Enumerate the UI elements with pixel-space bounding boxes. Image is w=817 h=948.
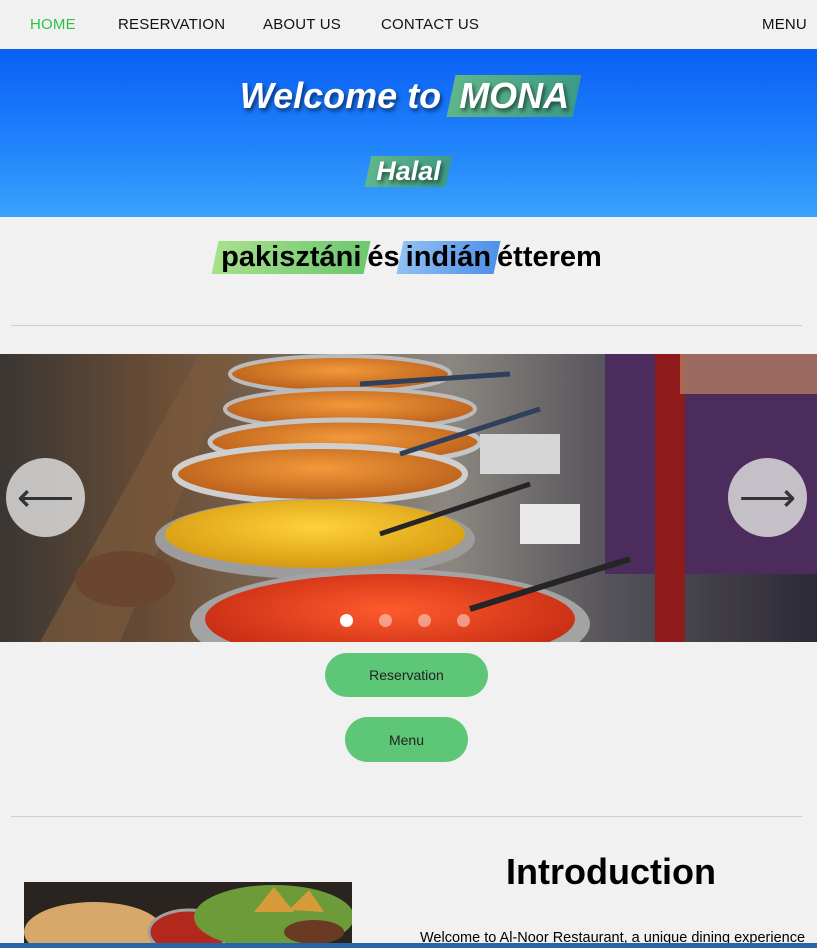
nav-contact-link[interactable]: CONTACT US (381, 16, 479, 33)
carousel-dot-4[interactable] (457, 614, 470, 627)
carousel-prev-button[interactable]: ⟵ (6, 458, 85, 537)
intro-food-illustration (24, 882, 352, 948)
subtitle-word-restaurant: étterem (497, 241, 602, 273)
intro-food-image (24, 882, 352, 948)
menu-button[interactable]: Menu (345, 717, 468, 762)
carousel-dot-3[interactable] (418, 614, 431, 627)
divider (11, 325, 802, 326)
image-carousel: ⟵ ⟶ (0, 354, 817, 642)
nav-menu-link[interactable]: MENU (762, 16, 807, 33)
hero-tag: Halal (0, 156, 817, 187)
top-nav: HOME RESERVATION ABOUT US CONTACT US MEN… (0, 0, 817, 49)
nav-about-link[interactable]: ABOUT US (263, 16, 341, 33)
nav-reservation-link[interactable]: RESERVATION (118, 16, 225, 33)
carousel-indicators (340, 614, 470, 627)
hero-halal-label: Halal (368, 156, 449, 187)
divider (11, 816, 802, 817)
hero-brand: MONA (451, 75, 577, 117)
carousel-next-button[interactable]: ⟶ (728, 458, 807, 537)
reservation-button[interactable]: Reservation (325, 653, 488, 697)
buffet-food-image (0, 354, 817, 642)
arrow-left-icon: ⟵ (16, 475, 75, 520)
subtitle-word-indian: indián (400, 241, 497, 274)
bottom-bar (0, 943, 817, 948)
hero-title: Welcome to MONA (0, 75, 817, 117)
restaurant-subtitle: pakisztáni és indián étterem (0, 241, 817, 274)
subtitle-conjunction: és (367, 241, 400, 273)
hero-welcome-text: Welcome to (239, 75, 442, 116)
arrow-right-icon: ⟶ (738, 475, 797, 520)
subtitle-word-pakistani: pakisztáni (215, 241, 367, 274)
carousel-dot-1[interactable] (340, 614, 353, 627)
nav-home-link[interactable]: HOME (30, 16, 76, 33)
intro-heading: Introduction (506, 851, 716, 892)
carousel-dot-2[interactable] (379, 614, 392, 627)
